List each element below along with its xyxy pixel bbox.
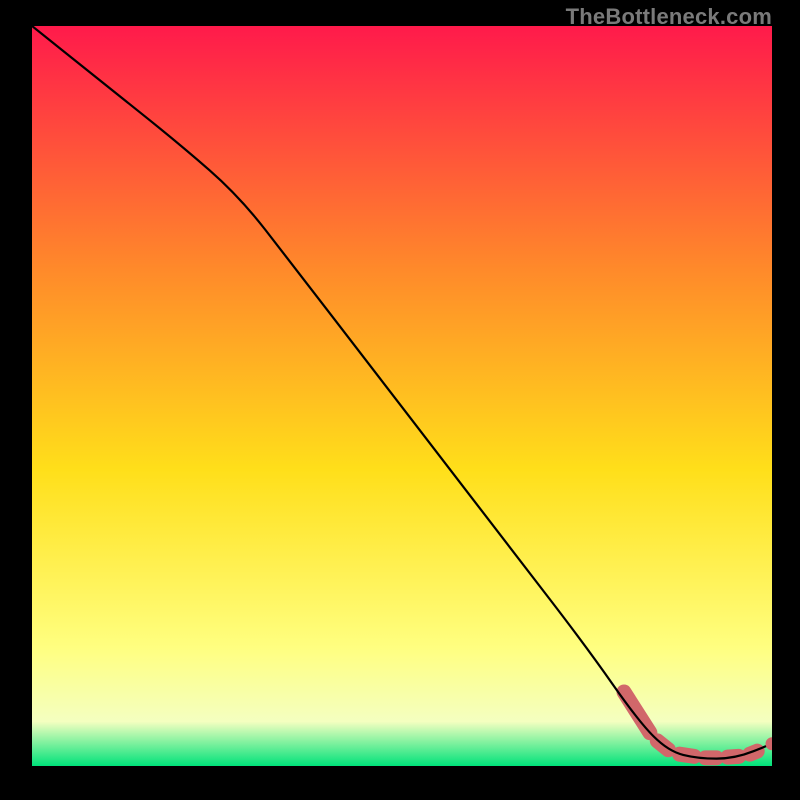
plot-area [32, 26, 772, 766]
chart-container: TheBottleneck.com [0, 0, 800, 800]
gradient-background [32, 26, 772, 766]
chart-svg [32, 26, 772, 766]
